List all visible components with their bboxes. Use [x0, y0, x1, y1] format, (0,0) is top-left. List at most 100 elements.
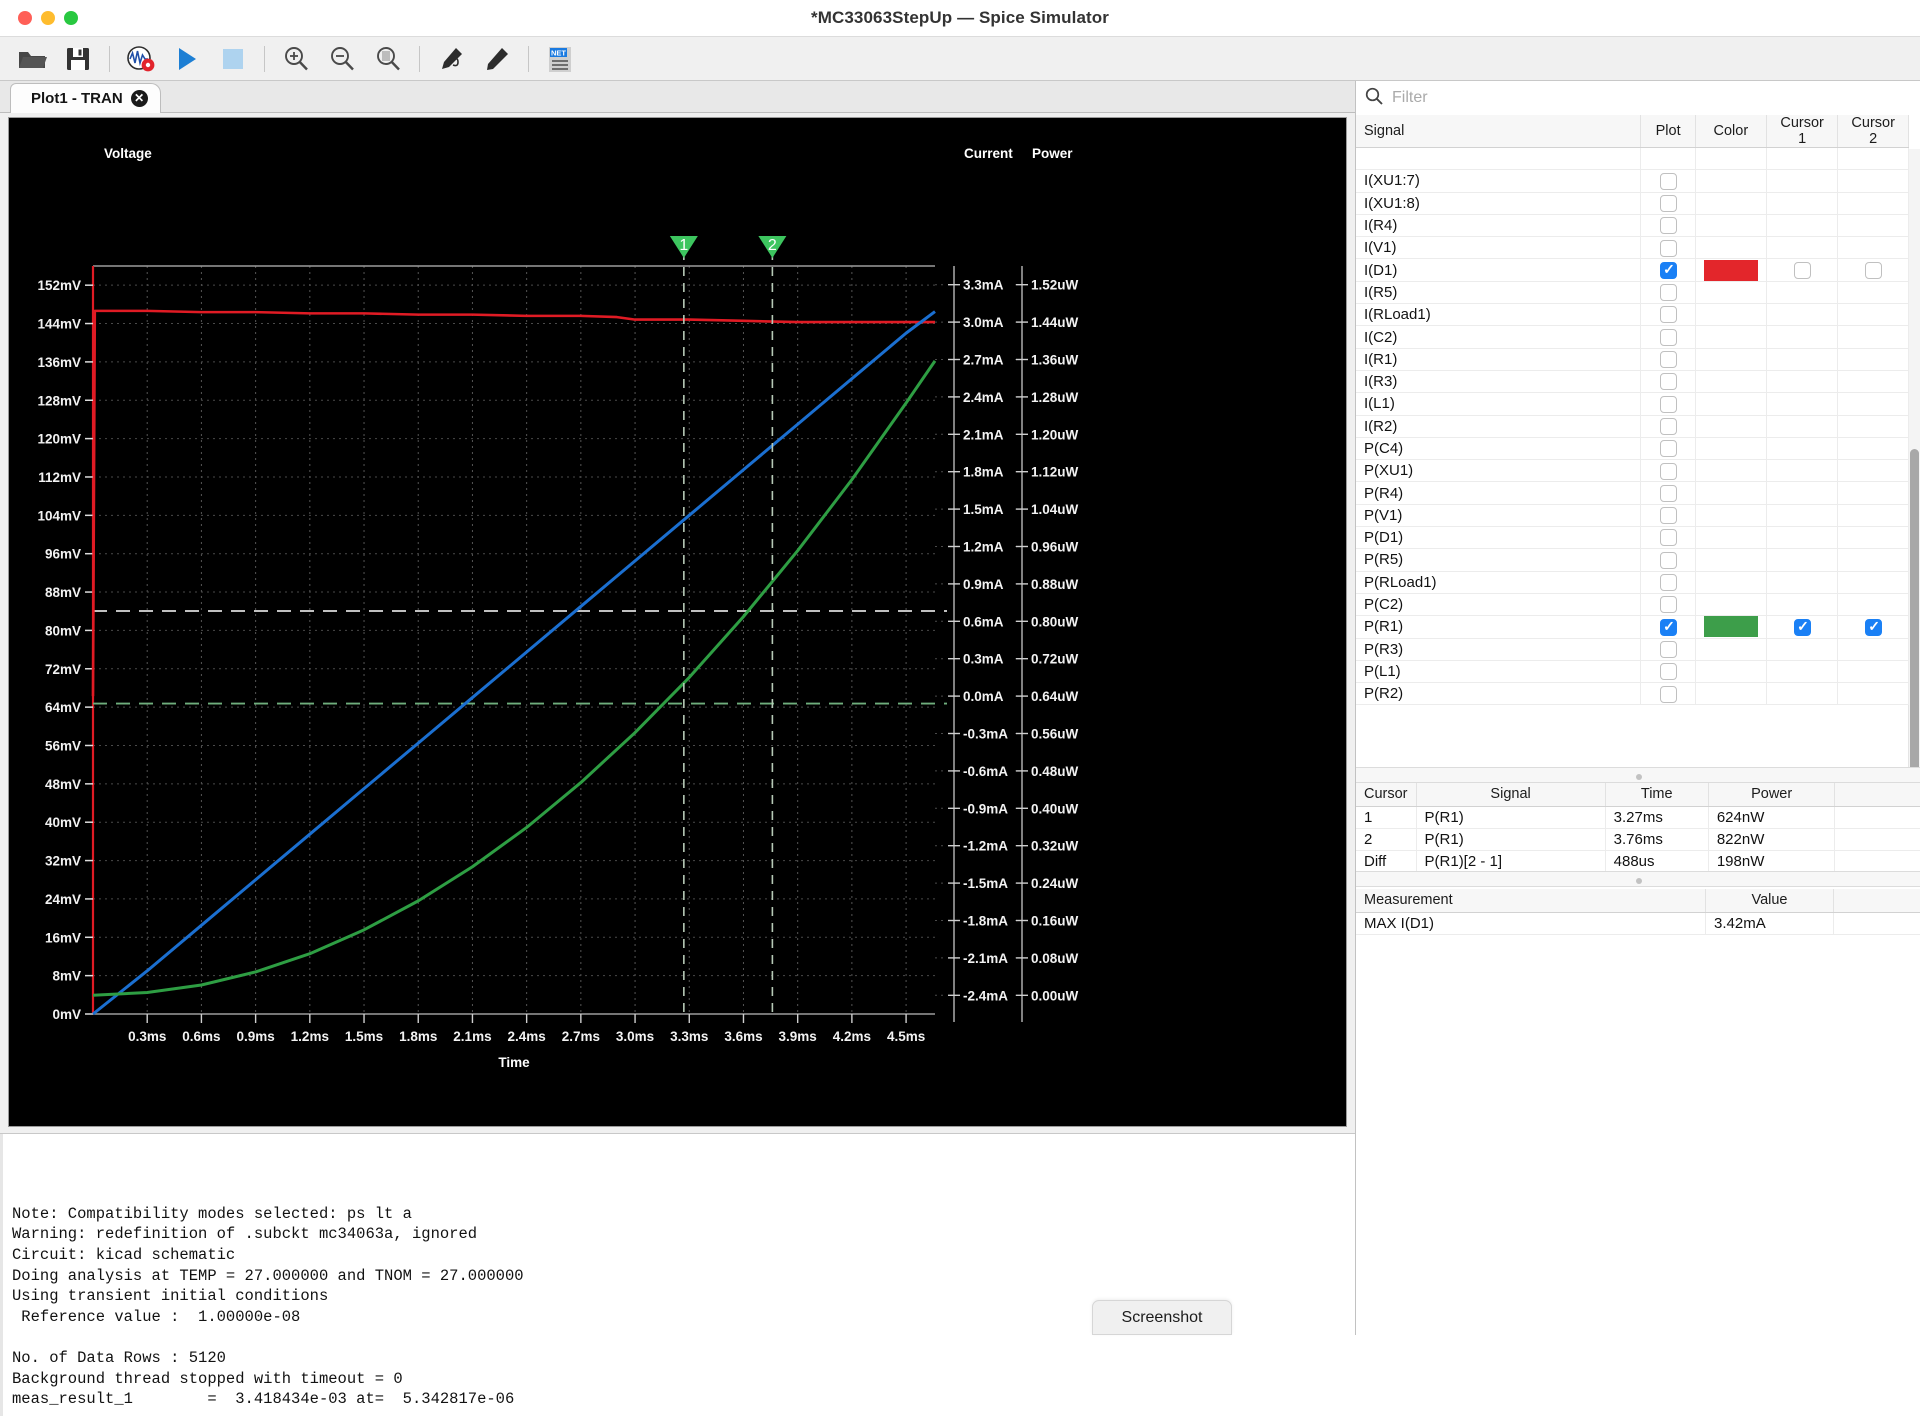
signal-row[interactable]: P(R1) [1356, 616, 1909, 638]
cursor1-checkbox-cell[interactable] [1766, 683, 1838, 705]
cursor1-checkbox-cell[interactable] [1766, 638, 1838, 660]
plot-checkbox[interactable] [1660, 485, 1677, 502]
cursor-row[interactable]: 1P(R1)3.27ms624nW [1356, 806, 1920, 828]
cursor2-checkbox-cell[interactable] [1838, 482, 1909, 504]
column-header-plot[interactable]: Plot [1641, 115, 1695, 148]
cursor2-checkbox[interactable] [1865, 262, 1882, 279]
color-swatch-cell[interactable] [1695, 237, 1766, 259]
net-list-icon[interactable]: NET [538, 39, 582, 79]
cursor2-checkbox-cell[interactable] [1838, 504, 1909, 526]
color-swatch-cell[interactable] [1695, 504, 1766, 526]
color-swatch-cell[interactable] [1695, 638, 1766, 660]
plot-checkbox-cell[interactable] [1641, 616, 1695, 638]
cursor1-checkbox-cell[interactable] [1766, 259, 1838, 281]
column-header-signal[interactable]: Signal [1356, 115, 1641, 148]
plot-checkbox-cell[interactable] [1641, 683, 1695, 705]
color-swatch-cell[interactable] [1695, 482, 1766, 504]
color-swatch-cell[interactable] [1695, 170, 1766, 192]
play-icon[interactable] [165, 39, 209, 79]
signal-row[interactable]: P(L1) [1356, 660, 1909, 682]
signal-row[interactable]: I(C2) [1356, 326, 1909, 348]
signals-scrollbar-track[interactable] [1908, 149, 1920, 767]
cursor1-checkbox[interactable] [1794, 262, 1811, 279]
cursor1-checkbox-cell[interactable] [1766, 482, 1838, 504]
signal-row[interactable]: P(R2) [1356, 683, 1909, 705]
cursor2-checkbox-cell[interactable] [1838, 370, 1909, 392]
waveform-plot[interactable]: VoltageCurrentPower0mV8mV16mV24mV32mV40m… [8, 117, 1347, 1127]
cursor1-checkbox-cell[interactable] [1766, 571, 1838, 593]
plot-checkbox-cell[interactable] [1641, 504, 1695, 526]
close-window-button[interactable] [18, 11, 32, 25]
color-swatch-cell[interactable] [1695, 683, 1766, 705]
close-icon[interactable]: ✕ [131, 90, 148, 107]
plot-checkbox[interactable] [1660, 351, 1677, 368]
folder-open-icon[interactable] [10, 39, 54, 79]
signals-scrollbar-thumb[interactable] [1910, 449, 1919, 767]
cursor1-checkbox-cell[interactable] [1766, 549, 1838, 571]
plot-checkbox[interactable] [1660, 686, 1677, 703]
cursor2-checkbox-cell[interactable] [1838, 281, 1909, 303]
plot-checkbox[interactable] [1660, 195, 1677, 212]
plot-checkbox[interactable] [1660, 552, 1677, 569]
cursor2-checkbox-cell[interactable] [1838, 237, 1909, 259]
cursor1-checkbox-cell[interactable] [1766, 304, 1838, 326]
plot-checkbox-cell[interactable] [1641, 348, 1695, 370]
signal-row[interactable]: I(R4) [1356, 214, 1909, 236]
cursor2-checkbox-cell[interactable] [1838, 304, 1909, 326]
cursor2-checkbox-cell[interactable] [1838, 549, 1909, 571]
plot-checkbox-cell[interactable] [1641, 415, 1695, 437]
column-header-cursor2[interactable]: Cursor 2 [1838, 115, 1909, 148]
plot-checkbox-cell[interactable] [1641, 638, 1695, 660]
cursor2-checkbox-cell[interactable] [1838, 437, 1909, 459]
plot-checkbox-cell[interactable] [1641, 593, 1695, 615]
signal-row[interactable]: P(R4) [1356, 482, 1909, 504]
plot-checkbox[interactable] [1660, 173, 1677, 190]
plot-checkbox[interactable] [1660, 396, 1677, 413]
column-header-power[interactable]: Power [1708, 783, 1835, 806]
cursor1-checkbox[interactable] [1794, 619, 1811, 636]
color-swatch-cell[interactable] [1695, 437, 1766, 459]
floppy-disk-icon[interactable] [56, 39, 100, 79]
plot-checkbox[interactable] [1660, 641, 1677, 658]
signal-row[interactable]: I(XU1:8) [1356, 192, 1909, 214]
plot-checkbox-cell[interactable] [1641, 482, 1695, 504]
plot-checkbox-cell[interactable] [1641, 304, 1695, 326]
tuner-pen-icon[interactable] [475, 39, 519, 79]
signal-row[interactable]: I(V1) [1356, 237, 1909, 259]
column-header-time[interactable]: Time [1605, 783, 1708, 806]
column-header-value[interactable]: Value [1706, 889, 1834, 912]
plot-checkbox-cell[interactable] [1641, 527, 1695, 549]
color-swatch-cell[interactable] [1695, 304, 1766, 326]
cursor1-checkbox-cell[interactable] [1766, 527, 1838, 549]
filter-input[interactable] [1384, 85, 1913, 111]
signal-row[interactable]: P(R3) [1356, 638, 1909, 660]
color-swatch-cell[interactable] [1695, 549, 1766, 571]
color-swatch-cell[interactable] [1695, 460, 1766, 482]
signal-row[interactable]: I(L1) [1356, 393, 1909, 415]
signal-row[interactable]: P(D1) [1356, 527, 1909, 549]
plot-checkbox[interactable] [1660, 284, 1677, 301]
color-swatch-cell[interactable] [1695, 281, 1766, 303]
color-swatch-cell[interactable] [1695, 214, 1766, 236]
plot-checkbox-cell[interactable] [1641, 460, 1695, 482]
cursor-row[interactable]: DiffP(R1)[2 - 1]488us198nW [1356, 851, 1920, 873]
cursor-measurement-splitter[interactable] [1356, 871, 1920, 887]
plot-checkbox[interactable] [1660, 574, 1677, 591]
color-swatch-cell[interactable] [1695, 259, 1766, 281]
color-swatch-cell[interactable] [1695, 527, 1766, 549]
plot-checkbox[interactable] [1660, 619, 1677, 636]
cursor2-checkbox-cell[interactable] [1838, 593, 1909, 615]
column-header-measurement[interactable]: Measurement [1356, 889, 1706, 912]
cursor1-checkbox-cell[interactable] [1766, 214, 1838, 236]
signal-row[interactable]: I(RLoad1) [1356, 304, 1909, 326]
waveform-gear-icon[interactable] [119, 39, 163, 79]
color-swatch-cell[interactable] [1695, 393, 1766, 415]
plot-checkbox[interactable] [1660, 262, 1677, 279]
cursor2-checkbox-cell[interactable] [1838, 460, 1909, 482]
plot-checkbox[interactable] [1660, 507, 1677, 524]
color-swatch-cell[interactable] [1695, 148, 1766, 170]
signal-row[interactable]: P(R5) [1356, 549, 1909, 571]
cursor1-checkbox-cell[interactable] [1766, 616, 1838, 638]
column-header-cursor-signal[interactable]: Signal [1416, 783, 1605, 806]
color-swatch-cell[interactable] [1695, 348, 1766, 370]
